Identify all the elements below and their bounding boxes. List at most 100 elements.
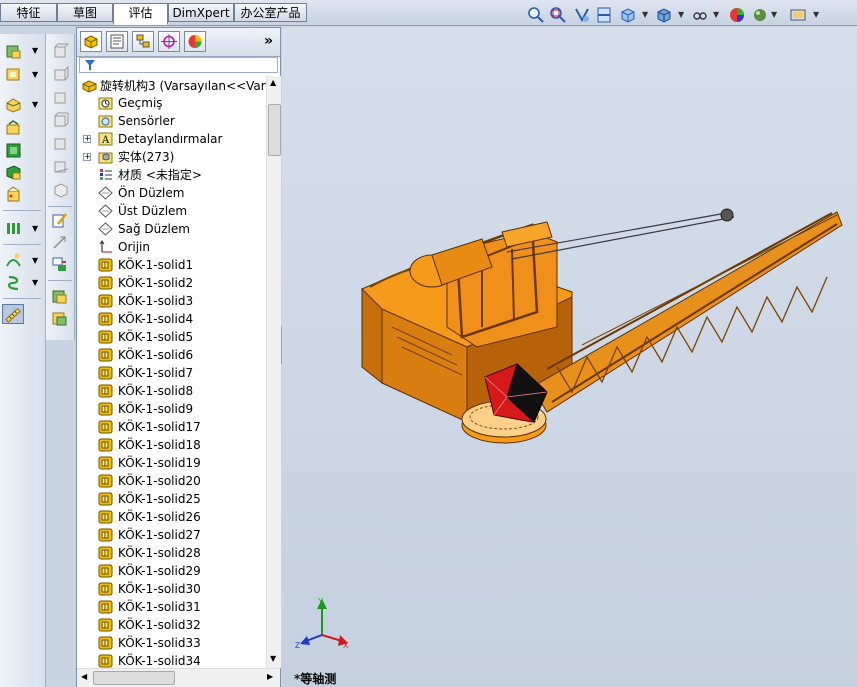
chevron-down-icon[interactable]: ▼	[813, 11, 819, 19]
chevron-down-icon[interactable]: ▼	[32, 70, 38, 79]
chevron-down-icon[interactable]: ▼	[642, 11, 648, 19]
tab-features[interactable]: 特征	[0, 3, 57, 22]
tree-item-label: KÖK-1-solid32	[118, 618, 201, 632]
tab-evaluate[interactable]: 评估	[113, 3, 168, 25]
scroll-down-arrow-icon[interactable]: ▼	[270, 654, 276, 663]
annotations-icon: A	[98, 132, 113, 146]
scroll-up-arrow-icon[interactable]: ▲	[270, 78, 276, 87]
zebra-stripes-icon[interactable]	[5, 274, 22, 291]
tab-dimxpert[interactable]: DimXpert	[168, 3, 234, 22]
chevron-down-icon[interactable]: ▼	[678, 11, 684, 19]
filter-icon[interactable]	[84, 59, 96, 71]
previous-view-icon[interactable]	[573, 6, 591, 24]
import-feature-icon	[98, 618, 113, 632]
expand-toggle-icon[interactable]: +	[83, 135, 91, 143]
display-style-icon[interactable]	[655, 6, 673, 24]
apply-scene-icon[interactable]	[751, 6, 769, 24]
deviation-analysis-icon[interactable]	[5, 186, 22, 203]
sketch-pencil-icon[interactable]	[51, 212, 68, 229]
mass-properties-icon[interactable]	[5, 66, 22, 83]
plane-icon	[98, 222, 113, 236]
tab-feature-manager[interactable]	[80, 31, 102, 52]
assembly-icon[interactable]	[51, 310, 68, 327]
cube-isometric-view-icon[interactable]	[52, 181, 69, 198]
sensor-ruler-icon[interactable]	[2, 304, 24, 324]
zoom-to-area-icon[interactable]	[549, 6, 567, 24]
tree-root-label: 旋转机构3 (Varsayılan<<Varsayılan	[100, 79, 266, 93]
toolbar-separator	[3, 210, 41, 211]
cube-top-view-icon[interactable]	[52, 135, 69, 152]
secondary-toolbar	[46, 34, 75, 340]
scroll-left-arrow-icon[interactable]: ◀	[81, 672, 87, 681]
collapse-panel-button[interactable]: »	[264, 33, 273, 49]
filter-bar[interactable]	[79, 57, 278, 73]
tree-item-label: KÖK-1-solid6	[118, 348, 194, 362]
feature-tree: 旋转机构3 (Varsayılan<<Varsayılan Geçmiş Sens…	[77, 76, 266, 668]
smart-dimension-icon[interactable]	[51, 234, 68, 251]
feature-manager-panel: » 旋转机构3 (Varsayılan<<Varsayılan Geçmiş Se…	[76, 27, 281, 687]
tab-dimxpert-manager[interactable]	[158, 31, 180, 52]
expand-toggle-icon[interactable]: +	[83, 153, 91, 161]
coordinate-triad: Y X Z	[295, 597, 349, 650]
measure-icon[interactable]	[5, 43, 22, 60]
tree-item-label: KÖK-1-solid27	[118, 528, 201, 542]
chevron-down-icon[interactable]: ▼	[32, 224, 38, 233]
import-diagnostics-icon[interactable]	[5, 164, 22, 181]
vertical-scrollbar[interactable]: ▲ ▼	[266, 76, 281, 668]
cube-back-view-icon[interactable]	[52, 66, 69, 83]
tree-item-label: KÖK-1-solid8	[118, 384, 194, 398]
section-view-icon[interactable]	[595, 6, 613, 24]
section-properties-icon[interactable]	[5, 96, 22, 113]
hide-show-items-icon[interactable]	[691, 6, 709, 24]
horizontal-scrollbar[interactable]: ◀ ▶	[77, 668, 280, 687]
toolbar-separator	[3, 298, 41, 299]
cube-right-view-icon[interactable]	[52, 112, 69, 129]
plane-icon	[98, 186, 113, 200]
tab-display-manager[interactable]	[184, 31, 206, 52]
chevron-down-icon[interactable]: ▼	[771, 11, 777, 19]
cube-bottom-view-icon[interactable]	[52, 158, 69, 175]
component-icon[interactable]	[51, 288, 68, 305]
view-orientation-icon[interactable]	[619, 6, 637, 24]
cube-front-view-icon[interactable]	[52, 43, 69, 60]
toolbar-separator	[48, 280, 72, 281]
geometry-analysis-icon[interactable]	[5, 142, 22, 159]
import-feature-icon	[98, 654, 113, 668]
chevron-down-icon[interactable]: ▼	[32, 256, 38, 265]
tab-property-manager[interactable]	[106, 31, 128, 52]
chevron-down-icon[interactable]: ▼	[32, 278, 38, 287]
cube-left-view-icon[interactable]	[52, 89, 69, 106]
graphics-area[interactable]: Y X Z	[282, 27, 857, 687]
tree-item-label: KÖK-1-solid29	[118, 564, 201, 578]
scrollbar-thumb[interactable]	[268, 104, 281, 156]
tab-sketch[interactable]: 草图	[57, 3, 113, 22]
toolbar-separator	[3, 244, 41, 245]
crane-model[interactable]: Y X Z	[282, 27, 857, 687]
tree-item-label: KÖK-1-solid1	[118, 258, 194, 272]
import-feature-icon	[98, 528, 113, 542]
tree-item-label: Sağ Düzlem	[118, 222, 190, 236]
display-relations-icon[interactable]	[51, 256, 68, 273]
import-feature-icon	[98, 636, 113, 650]
import-feature-icon	[98, 456, 113, 470]
import-feature-icon	[98, 564, 113, 578]
view-settings-icon[interactable]	[789, 6, 807, 24]
tree-item-label: KÖK-1-solid33	[118, 636, 201, 650]
import-feature-icon	[98, 546, 113, 560]
chevron-down-icon[interactable]: ▼	[713, 11, 719, 19]
tree-item-label: Orijin	[118, 240, 150, 254]
import-feature-icon	[98, 600, 113, 614]
edit-appearance-icon[interactable]	[728, 6, 746, 24]
scrollbar-thumb[interactable]	[93, 671, 175, 685]
tab-office-products[interactable]: 办公室产品	[234, 3, 307, 22]
statistics-icon[interactable]	[5, 220, 22, 237]
tree-item-label: KÖK-1-solid31	[118, 600, 201, 614]
chevron-down-icon[interactable]: ▼	[32, 46, 38, 55]
tab-configuration-manager[interactable]	[132, 31, 154, 52]
scroll-right-arrow-icon[interactable]: ▶	[267, 672, 273, 681]
curvature-icon[interactable]	[5, 252, 22, 269]
chevron-down-icon[interactable]: ▼	[32, 100, 38, 109]
check-icon[interactable]	[5, 120, 22, 137]
zoom-to-fit-icon[interactable]	[527, 6, 545, 24]
tree-item-label: Ön Düzlem	[118, 186, 185, 200]
